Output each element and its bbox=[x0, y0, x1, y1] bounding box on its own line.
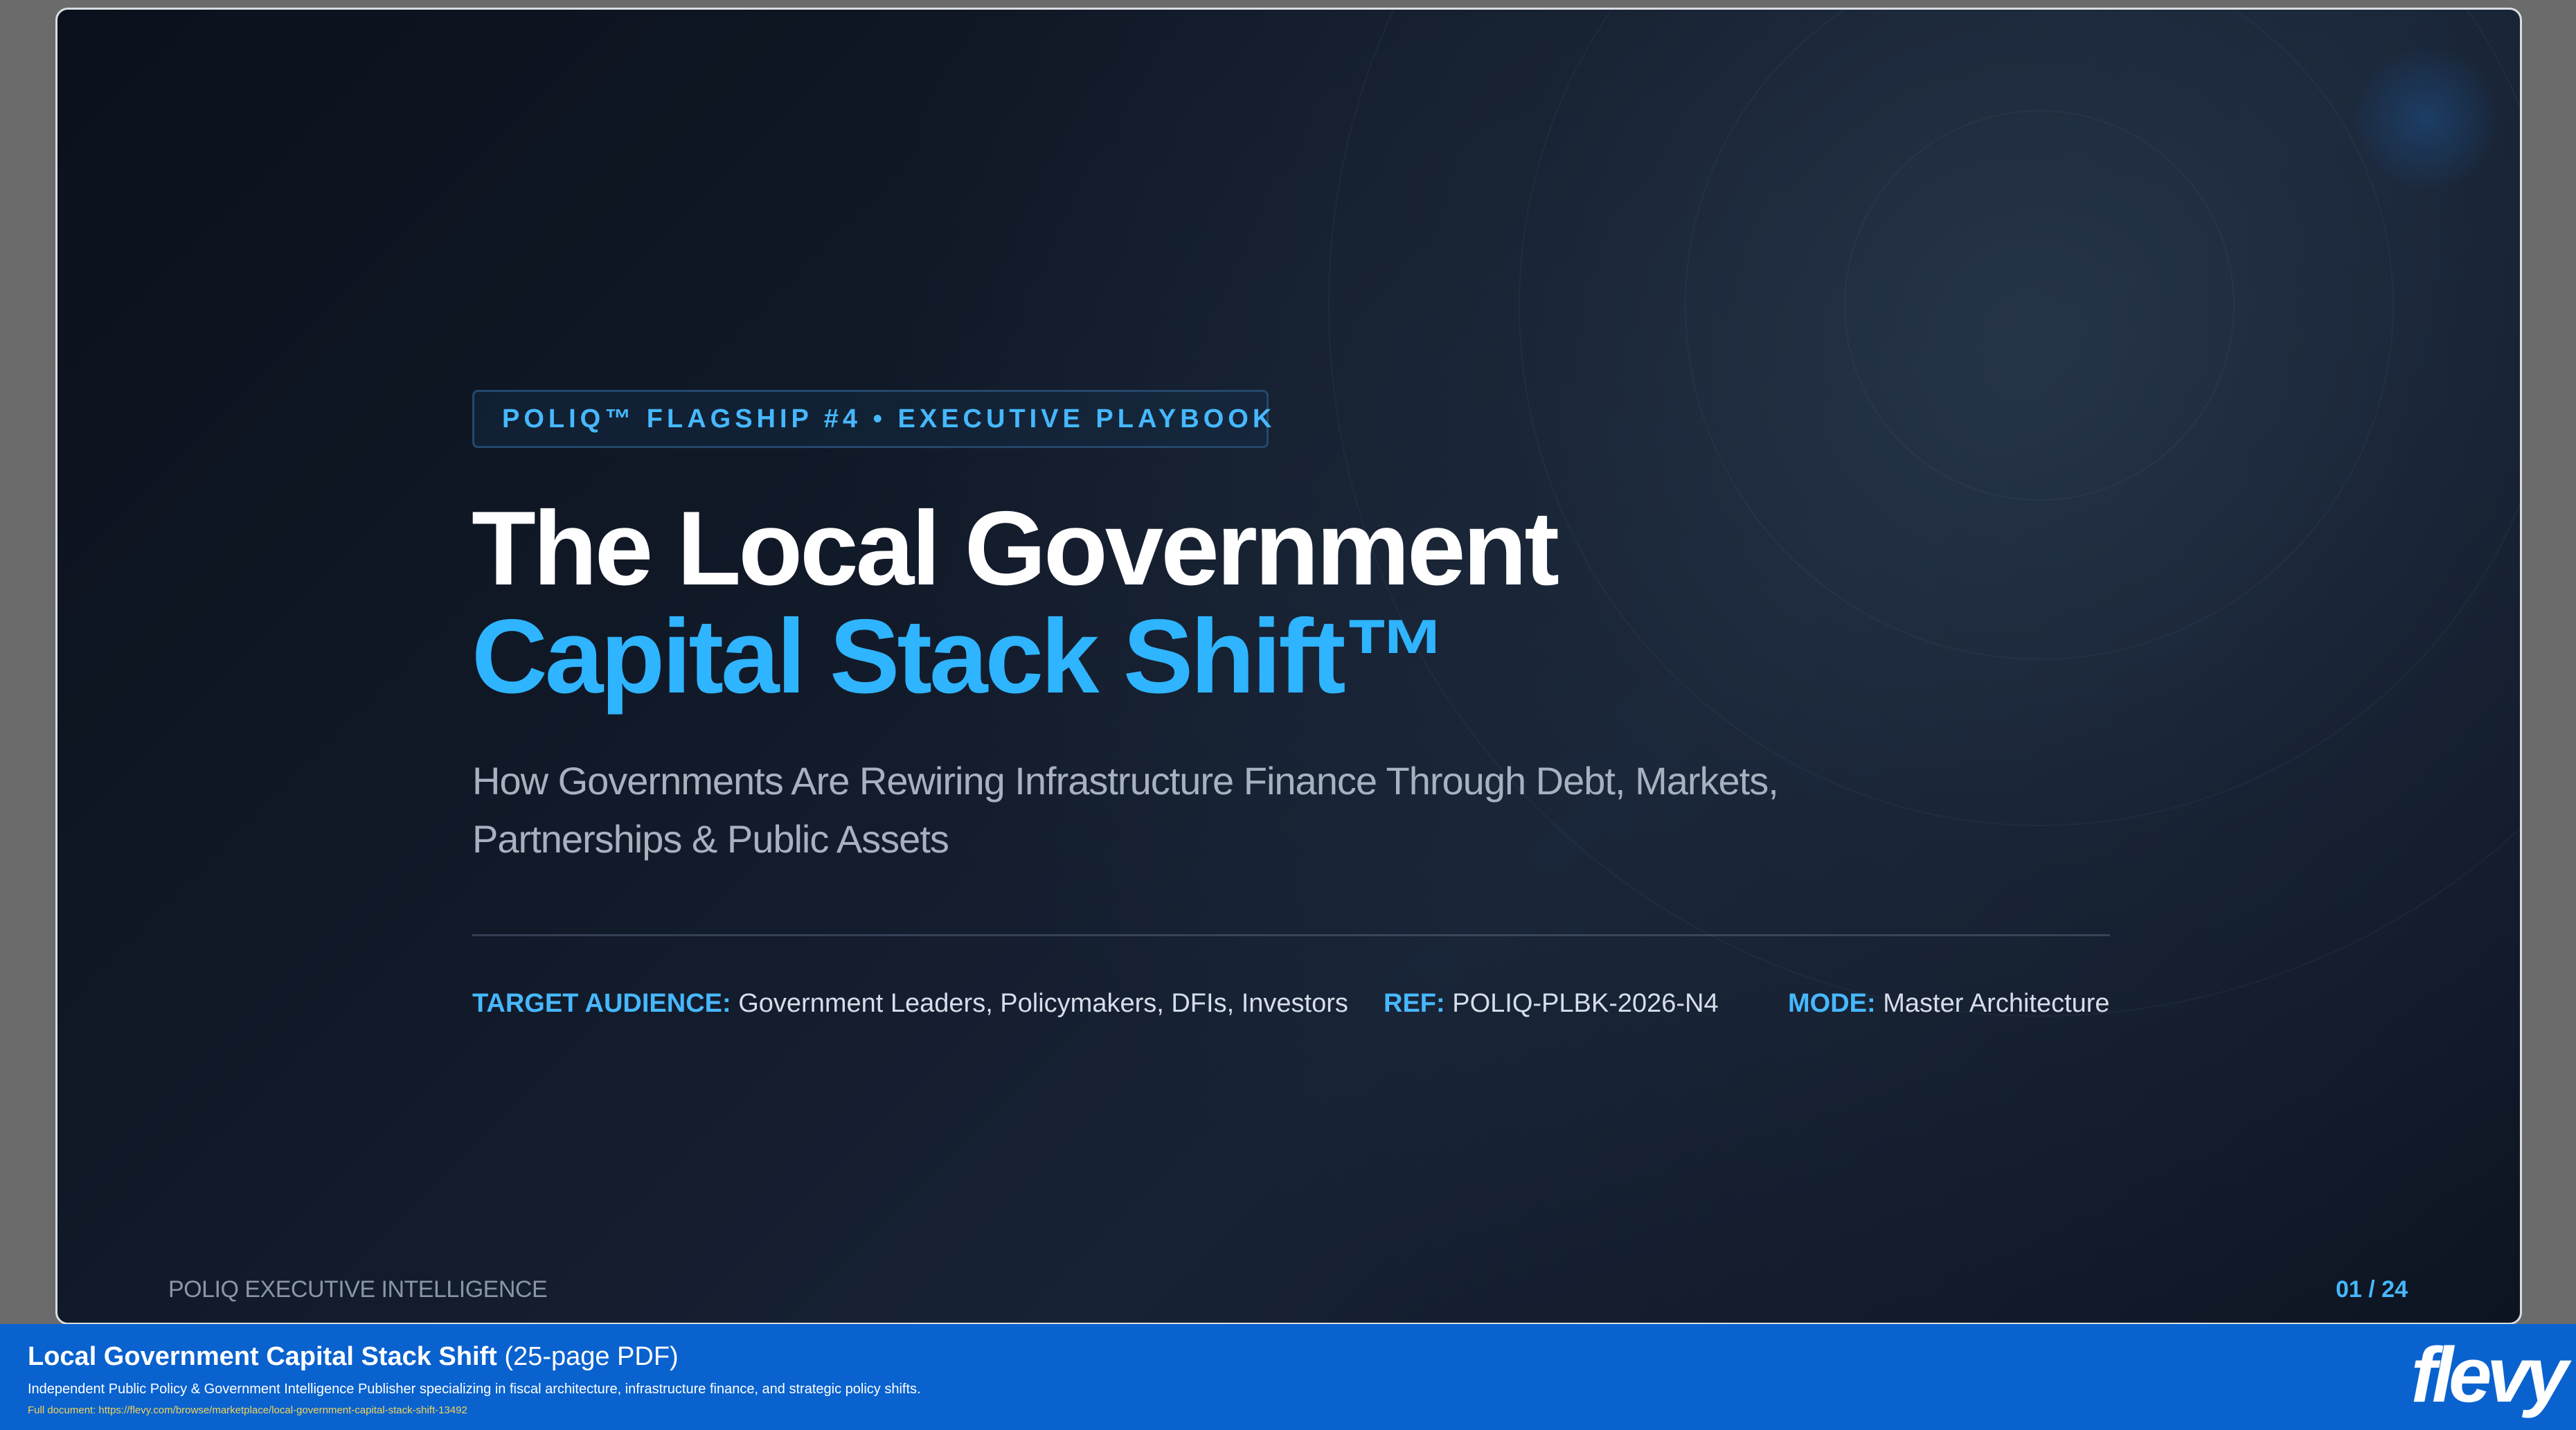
presentation-slide: POLIQ™ FLAGSHIP #4 • EXECUTIVE PLAYBOOK … bbox=[55, 8, 2522, 1325]
background-ring bbox=[1685, 10, 2394, 660]
document-link[interactable]: Full document: https://flevy.com/browse/m… bbox=[28, 1404, 467, 1416]
document-title: Local Government Capital Stack Shift bbox=[28, 1342, 497, 1371]
target-audience-label: TARGET AUDIENCE: bbox=[472, 989, 731, 1018]
decorative-glow bbox=[2353, 46, 2498, 191]
mode-info: MODE: Master Architecture bbox=[1788, 986, 2110, 1021]
slide-footer-brand: POLIQ EXECUTIVE INTELLIGENCE bbox=[168, 1276, 548, 1303]
target-audience-value: Government Leaders, Policymakers, DFIs, … bbox=[738, 989, 1348, 1018]
reference-code: REF: POLIQ-PLBK-2026-N4 bbox=[1384, 986, 1719, 1021]
eyebrow-badge: POLIQ™ FLAGSHIP #4 • EXECUTIVE PLAYBOOK bbox=[472, 390, 1271, 448]
document-banner: Local Government Capital Stack Shift (25… bbox=[0, 1324, 2576, 1430]
document-link-label: Full document: bbox=[28, 1404, 96, 1416]
slide-title: The Local Government Capital Stack Shift… bbox=[472, 490, 1559, 715]
target-audience: TARGET AUDIENCE: Government Leaders, Pol… bbox=[472, 986, 1348, 1021]
title-line-2: Capital Stack Shift™ bbox=[472, 598, 1449, 715]
mode-value: Master Architecture bbox=[1883, 989, 2110, 1018]
background-ring bbox=[1844, 110, 2235, 501]
reference-label: REF: bbox=[1384, 989, 1445, 1018]
reference-value: POLIQ-PLBK-2026-N4 bbox=[1452, 989, 1719, 1018]
banner-title: Local Government Capital Stack Shift (25… bbox=[28, 1342, 679, 1372]
title-line-1: The Local Government bbox=[472, 490, 1559, 607]
content-divider bbox=[472, 934, 2110, 936]
page-count: (25-page PDF) bbox=[504, 1342, 679, 1371]
publisher-description: Independent Public Policy & Government I… bbox=[28, 1382, 921, 1397]
slide-subtitle: How Governments Are Rewiring Infrastruct… bbox=[472, 759, 1779, 861]
mode-label: MODE: bbox=[1788, 989, 1876, 1018]
flevy-logo[interactable]: flevy bbox=[2411, 1337, 2568, 1414]
document-url[interactable]: https://flevy.com/browse/marketplace/loc… bbox=[98, 1404, 467, 1416]
page-number: 01 / 24 bbox=[2336, 1276, 2408, 1303]
